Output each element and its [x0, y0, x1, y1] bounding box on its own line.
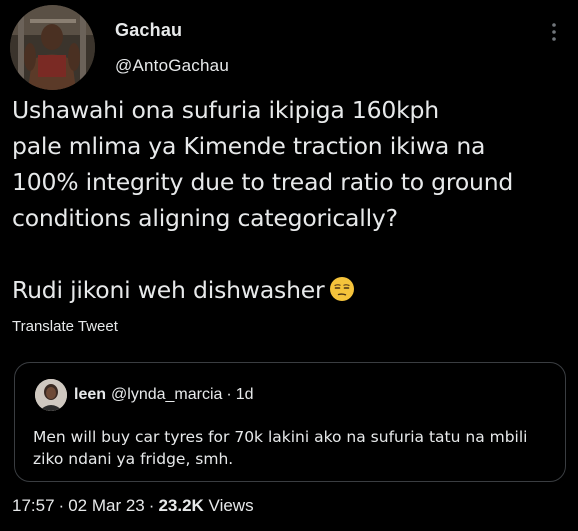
tweet-date[interactable]: 02 Mar 23: [68, 496, 145, 515]
views-label: Views: [208, 496, 254, 515]
quoted-author-name[interactable]: leen: [74, 386, 106, 403]
tweet-meta: 17:57 · 02 Mar 23 · 23.2K Views: [12, 496, 254, 516]
quoted-author-handle[interactable]: @lynda_marcia: [111, 386, 222, 403]
quoted-author-avatar[interactable]: [35, 379, 67, 411]
quoted-separator: ·: [226, 386, 232, 403]
tweet-second-paragraph: Rudi jikoni weh dishwasher: [12, 276, 325, 304]
meta-separator: ·: [58, 496, 65, 515]
more-vertical-icon[interactable]: [548, 20, 560, 44]
quoted-tweet-header: leen @lynda_marcia · 1d: [74, 386, 254, 404]
meta-separator: ·: [148, 496, 155, 515]
author-display-name[interactable]: Gachau: [115, 20, 182, 41]
tweet-text-line: Ushawahi ona sufuria ikipiga 160kph: [12, 96, 439, 124]
tweet-text-line: conditions aligning categorically?: [12, 204, 398, 232]
tweet-text-line: Rudi jikoni weh dishwasher: [12, 272, 568, 308]
translate-tweet-link[interactable]: Translate Tweet: [12, 318, 118, 335]
tweet-text-line: pale mlima ya Kimende traction ikiwa na: [12, 132, 486, 160]
author-handle[interactable]: @AntoGachau: [115, 56, 229, 76]
tweet-time[interactable]: 17:57: [12, 496, 55, 515]
author-avatar[interactable]: [10, 5, 95, 90]
quoted-tweet-text: Men will buy car tyres for 70k lakini ak…: [33, 428, 528, 468]
tweet-text: Ushawahi ona sufuria ikipiga 160kph pale…: [12, 92, 568, 308]
quoted-tweet[interactable]: leen @lynda_marcia · 1d Men will buy car ty…: [14, 362, 566, 482]
quoted-time: 1d: [235, 386, 254, 403]
unamused-face-emoji-icon: [329, 276, 355, 302]
tweet: Gachau @AntoGachau Ushawahi ona sufuria …: [0, 0, 578, 531]
views-count: 23.2K: [158, 496, 204, 515]
tweet-text-line: 100% integrity due to tread ratio to gro…: [12, 168, 514, 196]
